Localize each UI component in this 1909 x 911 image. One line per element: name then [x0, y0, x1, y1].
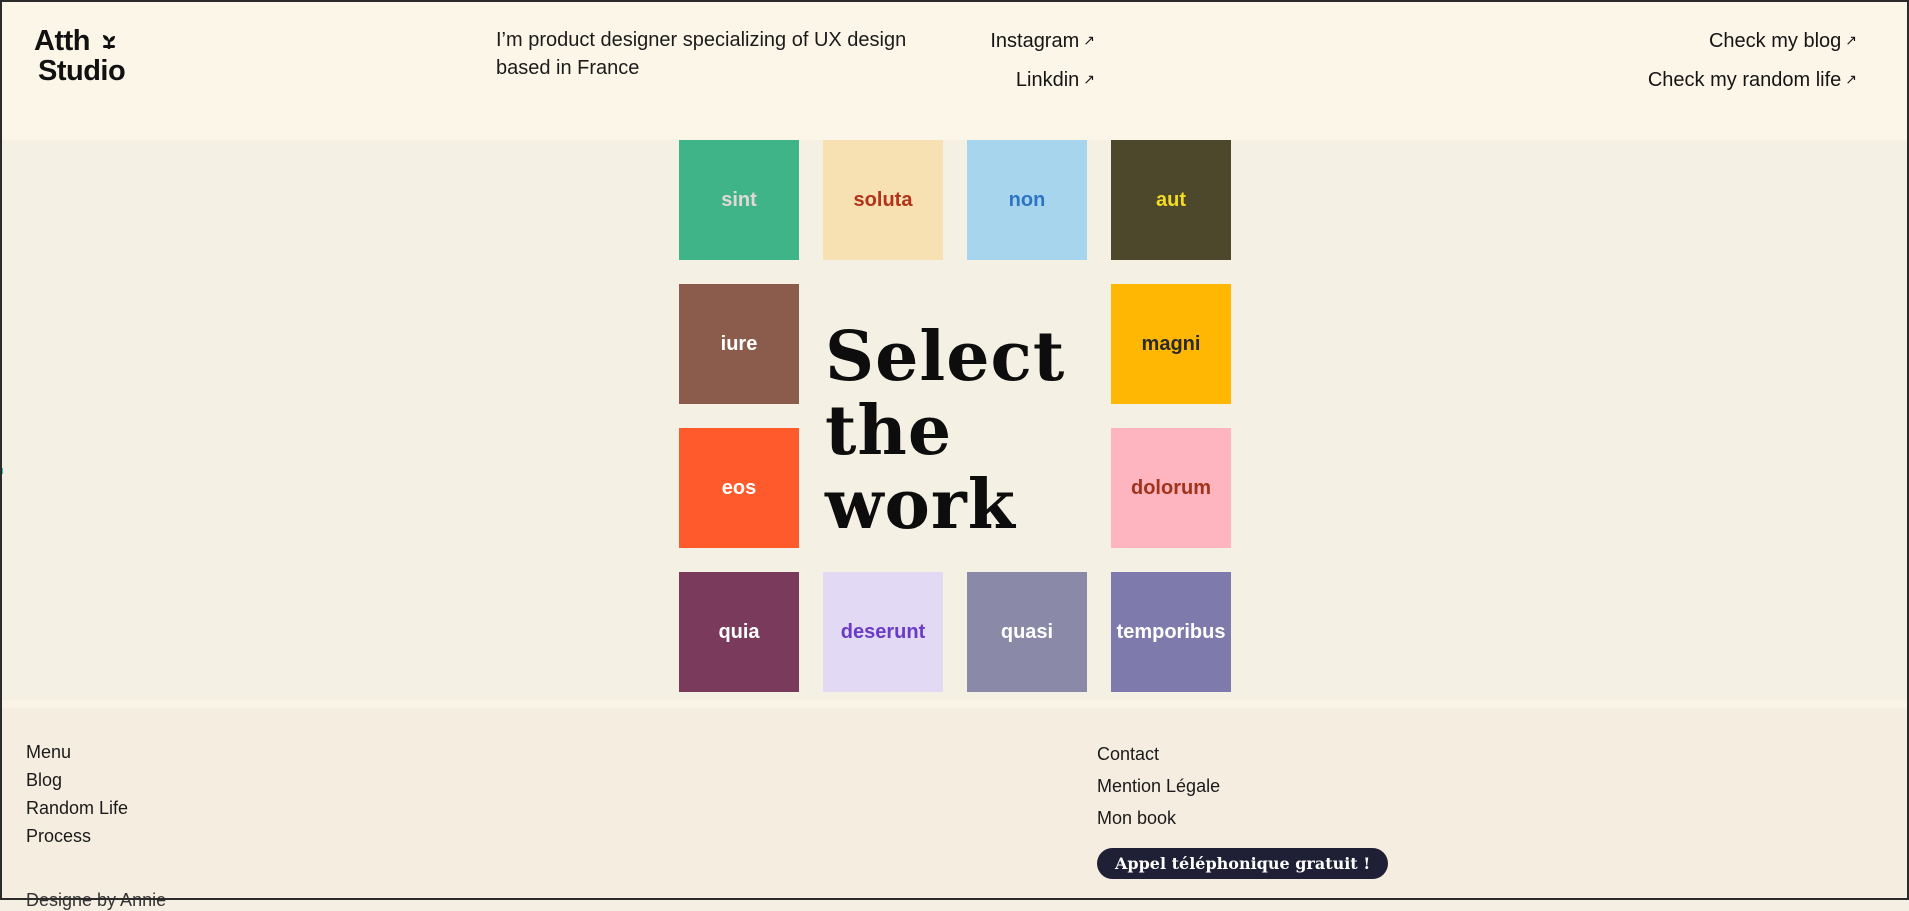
- tagline: I’m product designer specializing of UX …: [496, 29, 907, 79]
- work-tile-deserunt[interactable]: deserunt: [823, 572, 943, 692]
- social-links: Instagram ↗ Linkdin ↗: [990, 28, 1095, 106]
- logo-line-2: Studio: [38, 55, 126, 87]
- check-blog-link[interactable]: Check my blog ↗: [1648, 28, 1857, 53]
- work-tile-aut[interactable]: aut: [1111, 140, 1231, 260]
- blog-links: Check my blog ↗ Check my random life ↗: [1648, 28, 1857, 106]
- page-headline: Select the work: [825, 320, 1085, 542]
- tile-label: deserunt: [840, 620, 926, 643]
- check-random-life-link[interactable]: Check my random life ↗: [1648, 67, 1857, 92]
- work-tile-quasi[interactable]: quasi: [967, 572, 1087, 692]
- work-tile-quia[interactable]: quia: [679, 572, 799, 692]
- footer-contact: Contact Mention Légale Mon book Appel té…: [1097, 738, 1389, 879]
- work-selection-stage: sint soluta non aut iure magni eos dolor…: [2, 140, 1907, 700]
- work-tile-temporibus[interactable]: temporibus: [1111, 572, 1231, 692]
- headline-line-1: Select: [825, 317, 1066, 397]
- work-tile-magni[interactable]: magni: [1111, 284, 1231, 404]
- external-arrow-icon: ↗: [1845, 71, 1857, 87]
- tile-label: quasi: [1000, 620, 1054, 643]
- tile-label: non: [1008, 188, 1046, 211]
- work-tile-soluta[interactable]: soluta: [823, 140, 943, 260]
- studio-logo[interactable]: Atth Studio: [34, 26, 150, 88]
- headline-line-2: the: [825, 391, 953, 471]
- work-tile-non[interactable]: non: [967, 140, 1087, 260]
- external-arrow-icon: ↗: [1083, 71, 1095, 87]
- work-tile-sint[interactable]: sint: [679, 140, 799, 260]
- free-call-button[interactable]: Appel téléphonique gratuit !: [1097, 848, 1389, 879]
- linkedin-link[interactable]: Linkdin ↗: [990, 67, 1095, 92]
- logo-line-1: Atth: [34, 25, 90, 57]
- check-random-life-label: Check my random life: [1647, 69, 1842, 91]
- footer-link-mention-legale[interactable]: Mention Légale: [1097, 770, 1388, 802]
- instagram-link-label: Instagram: [990, 30, 1080, 52]
- site-footer: Menu Blog Random Life Process Contact Me…: [2, 700, 1907, 910]
- instagram-link[interactable]: Instagram ↗: [990, 28, 1095, 53]
- site-header: Atth Studio I’m product designer special…: [2, 2, 1907, 140]
- sprout-icon: [102, 35, 115, 49]
- footer-credits: Designe by Annie: [26, 890, 167, 910]
- tile-label: eos: [721, 476, 757, 499]
- footer-link-mon-book[interactable]: Mon book: [1097, 802, 1388, 834]
- tile-label: dolorum: [1131, 476, 1211, 499]
- tile-label: sint: [721, 188, 757, 211]
- tile-label: magni: [1141, 332, 1201, 355]
- tile-label: quia: [718, 620, 760, 643]
- footer-link-contact[interactable]: Contact: [1097, 738, 1388, 770]
- footer-link-process[interactable]: Process: [26, 822, 128, 850]
- linkedin-link-label: Linkdin: [1015, 69, 1080, 91]
- footer-link-blog[interactable]: Blog: [26, 766, 128, 794]
- tile-label: aut: [1156, 188, 1186, 211]
- work-tile-dolorum[interactable]: dolorum: [1111, 428, 1231, 548]
- footer-link-random-life[interactable]: Random Life: [26, 794, 128, 822]
- tile-label: iure: [720, 332, 758, 355]
- footer-menu: Menu Blog Random Life Process: [26, 738, 128, 850]
- footer-menu-heading: Menu: [26, 742, 72, 762]
- external-arrow-icon: ↗: [1845, 32, 1857, 48]
- tile-label: soluta: [853, 188, 913, 211]
- work-tile-eos[interactable]: eos: [679, 428, 799, 548]
- work-tile-iure[interactable]: iure: [679, 284, 799, 404]
- tile-label: temporibus: [1116, 620, 1226, 643]
- scroll-marker: [0, 468, 3, 474]
- external-arrow-icon: ↗: [1083, 32, 1095, 48]
- check-blog-label: Check my blog: [1708, 30, 1842, 52]
- headline-line-3: work: [825, 465, 1016, 545]
